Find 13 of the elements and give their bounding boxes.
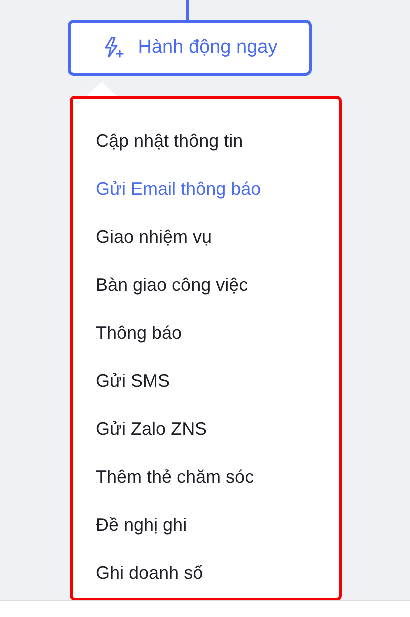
menu-item[interactable]: Đề nghị ghi — [73, 501, 339, 549]
menu-item[interactable]: Gửi Zalo ZNS — [73, 405, 339, 453]
menu-item[interactable]: Cập nhật thông tin — [73, 117, 339, 165]
action-button[interactable]: Hành động ngay — [68, 20, 312, 76]
menu-item[interactable]: Giao nhiệm vụ — [73, 213, 339, 261]
menu-item[interactable]: Ghi doanh số — [73, 549, 339, 597]
connector-line — [186, 0, 189, 20]
menu-item[interactable]: Thông báo — [73, 309, 339, 357]
menu-item[interactable]: Bàn giao công việc — [73, 261, 339, 309]
lightning-plus-icon — [102, 36, 126, 60]
menu-item[interactable]: Gửi Email thông báo — [73, 165, 339, 213]
menu-item[interactable]: Thêm thẻ chăm sóc — [73, 453, 339, 501]
menu-item[interactable]: Gửi SMS — [73, 357, 339, 405]
